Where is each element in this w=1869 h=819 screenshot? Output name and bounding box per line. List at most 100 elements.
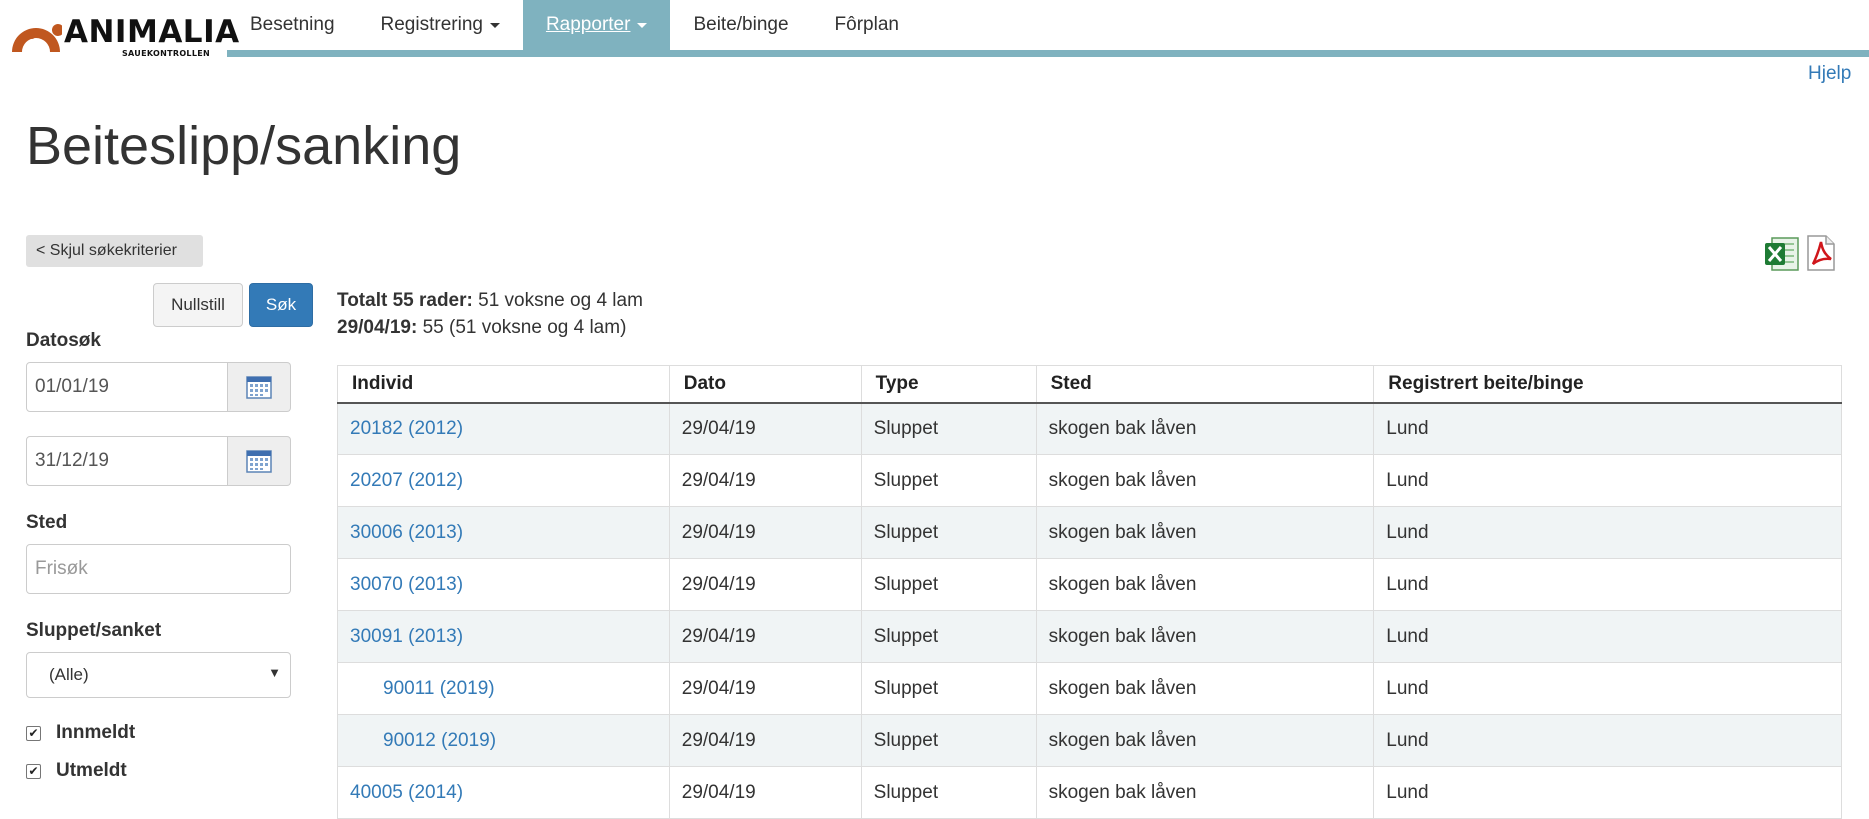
cell-registrert: Lund <box>1373 558 1842 611</box>
logo-wordmark: ANIMALIA <box>64 14 240 50</box>
cell-individ: 30006 (2013) <box>337 506 670 559</box>
utmeldt-checkbox[interactable]: ✔ <box>26 763 41 779</box>
cell-registrert: Lund <box>1373 402 1842 455</box>
cell-sted: skogen bak låven <box>1035 662 1375 715</box>
cell-registrert: Lund <box>1373 766 1842 819</box>
date-to-group <box>26 436 291 486</box>
cell-individ: 20182 (2012) <box>337 402 670 455</box>
logo-subtitle: SAUEKONTROLLEN <box>122 49 210 58</box>
cell-individ: 20207 (2012) <box>337 454 670 507</box>
cell-sted: skogen bak låven <box>1035 558 1375 611</box>
individ-link[interactable]: 40005 (2014) <box>350 782 463 803</box>
col-header-sted[interactable]: Sted <box>1035 365 1375 404</box>
cell-type: Sluppet <box>860 610 1037 663</box>
excel-icon[interactable] <box>1764 234 1800 272</box>
cell-registrert: Lund <box>1373 506 1842 559</box>
date-search-label: Datosøk <box>26 330 101 351</box>
cell-type: Sluppet <box>860 454 1037 507</box>
cell-dato: 29/04/19 <box>668 454 862 507</box>
individ-link[interactable]: 90011 (2019) <box>383 678 495 699</box>
cell-dato: 29/04/19 <box>668 610 862 663</box>
calendar-icon <box>246 376 272 399</box>
search-button[interactable]: Søk <box>249 283 313 327</box>
page-title: Beiteslipp/sanking <box>26 116 462 176</box>
nav-besetning[interactable]: Besetning <box>227 0 358 50</box>
summary-total-label: Totalt 55 rader: <box>337 290 473 311</box>
animalia-logo[interactable]: ANIMALIA SAUEKONTROLLEN <box>10 14 239 60</box>
cell-sted: skogen bak låven <box>1035 766 1375 819</box>
nav-registrering[interactable]: Registrering <box>358 0 523 50</box>
main-nav: Besetning Registrering Rapporter Beite/b… <box>227 0 922 50</box>
individ-link[interactable]: 20182 (2012) <box>350 418 463 439</box>
table-row: 20182 (2012) 29/04/19 Sluppet skogen bak… <box>337 402 1842 455</box>
nav-label: Beite/binge <box>693 14 789 35</box>
date-from-group <box>26 362 291 412</box>
help-link[interactable]: Hjelp <box>1808 63 1851 85</box>
cell-individ: 30070 (2013) <box>337 558 670 611</box>
date-from-input[interactable] <box>26 362 228 412</box>
table-row: 90011 (2019) 29/04/19 Sluppet skogen bak… <box>337 662 1842 715</box>
cell-registrert: Lund <box>1373 714 1842 767</box>
table-row: 30091 (2013) 29/04/19 Sluppet skogen bak… <box>337 610 1842 663</box>
cell-registrert: Lund <box>1373 662 1842 715</box>
cell-dato: 29/04/19 <box>668 558 862 611</box>
pdf-icon[interactable] <box>1804 234 1838 272</box>
cell-type: Sluppet <box>860 714 1037 767</box>
cell-registrert: Lund <box>1373 610 1842 663</box>
cell-registrert: Lund <box>1373 454 1842 507</box>
cell-dato: 29/04/19 <box>668 714 862 767</box>
checkbox-utmeldt-row: ✔ Utmeldt <box>26 760 127 782</box>
col-header-type[interactable]: Type <box>860 365 1037 404</box>
table-header-row: Individ Dato Type Sted Registrert beite/… <box>337 365 1842 404</box>
innmeldt-label: Innmeldt <box>56 722 136 743</box>
cell-type: Sluppet <box>860 558 1037 611</box>
individ-link[interactable]: 30006 (2013) <box>350 522 463 543</box>
individ-link[interactable]: 20207 (2012) <box>350 470 463 491</box>
cell-individ: 90011 (2019) <box>337 662 670 715</box>
table-row: 30070 (2013) 29/04/19 Sluppet skogen bak… <box>337 558 1842 611</box>
cell-type: Sluppet <box>860 662 1037 715</box>
col-header-individ[interactable]: Individ <box>337 365 670 404</box>
date-to-input[interactable] <box>26 436 228 486</box>
cell-dato: 29/04/19 <box>668 766 862 819</box>
individ-link[interactable]: 90012 (2019) <box>383 730 496 751</box>
cell-type: Sluppet <box>860 506 1037 559</box>
cell-individ: 90012 (2019) <box>337 714 670 767</box>
individ-link[interactable]: 30070 (2013) <box>350 574 463 595</box>
status-select[interactable]: (Alle) ▼ <box>26 652 291 698</box>
date-to-calendar-button[interactable] <box>228 436 291 486</box>
place-search-input[interactable] <box>26 544 291 594</box>
nav-beite-binge[interactable]: Beite/binge <box>670 0 811 50</box>
results-table: Individ Dato Type Sted Registrert beite/… <box>337 365 1842 819</box>
reset-button[interactable]: Nullstill <box>153 283 243 327</box>
cell-sted: skogen bak låven <box>1035 454 1375 507</box>
cell-sted: skogen bak låven <box>1035 402 1375 455</box>
sheep-logo-icon <box>12 24 62 52</box>
individ-link[interactable]: 30091 (2013) <box>350 626 463 647</box>
cell-dato: 29/04/19 <box>668 506 862 559</box>
table-row: 30006 (2013) 29/04/19 Sluppet skogen bak… <box>337 506 1842 559</box>
col-header-registrert[interactable]: Registrert beite/binge <box>1373 365 1842 404</box>
col-header-dato[interactable]: Dato <box>668 365 862 404</box>
cell-type: Sluppet <box>860 402 1037 455</box>
table-row: 90012 (2019) 29/04/19 Sluppet skogen bak… <box>337 714 1842 767</box>
hide-criteria-button[interactable]: < Skjul søkekriterier <box>26 235 203 267</box>
caret-down-icon <box>489 22 500 28</box>
date-from-calendar-button[interactable] <box>228 362 291 412</box>
table-row: 20207 (2012) 29/04/19 Sluppet skogen bak… <box>337 454 1842 507</box>
nav-forplan[interactable]: Fôrplan <box>812 0 922 50</box>
place-label: Sted <box>26 512 68 533</box>
nav-label: Rapporter <box>545 14 631 35</box>
calendar-icon <box>246 450 272 473</box>
innmeldt-checkbox[interactable]: ✔ <box>26 725 41 741</box>
cell-type: Sluppet <box>860 766 1037 819</box>
table-body: 20182 (2012) 29/04/19 Sluppet skogen bak… <box>337 402 1842 819</box>
dropdown-arrow-icon: ▼ <box>268 665 281 680</box>
caret-down-icon <box>637 22 648 28</box>
table-row: 40005 (2014) 29/04/19 Sluppet skogen bak… <box>337 766 1842 819</box>
cell-dato: 29/04/19 <box>668 402 862 455</box>
summary-date-label: 29/04/19: <box>337 317 418 338</box>
summary-total-text: 51 voksne og 4 lam <box>472 290 643 311</box>
cell-sted: skogen bak låven <box>1035 610 1375 663</box>
nav-rapporter[interactable]: Rapporter <box>522 0 671 50</box>
